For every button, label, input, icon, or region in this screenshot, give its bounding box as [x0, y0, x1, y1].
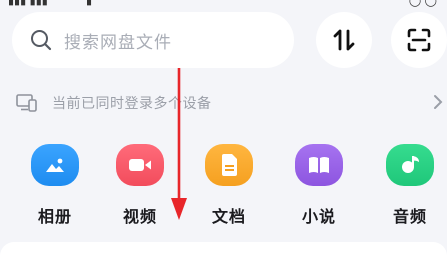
chevron-right-icon — [434, 95, 443, 109]
network-icon: ▮ — [86, 0, 93, 7]
shortcut-photos[interactable]: 相册 — [24, 144, 86, 227]
video-camera-icon — [116, 144, 164, 186]
search-placeholder: 搜索网盘文件 — [64, 32, 172, 53]
shortcut-documents[interactable]: 文档 — [198, 144, 260, 227]
shortcut-audio[interactable]: 音频 — [379, 144, 441, 227]
device-login-notice[interactable]: 当前已同时登录多个设备 — [16, 88, 447, 118]
scan-icon — [407, 28, 431, 52]
status-bar: ▮▮▮ ▮▮▮ ▮ ◯ ◯ — [0, 0, 447, 8]
annotation-arrow — [171, 68, 187, 220]
scan-button[interactable] — [391, 12, 447, 68]
music-note-icon — [386, 144, 434, 186]
photos-icon — [31, 144, 79, 186]
shortcut-label: 视频 — [122, 207, 157, 226]
signal-icon: ▮▮▮ ▮▮▮ — [8, 0, 48, 7]
sort-button[interactable] — [316, 12, 372, 68]
book-icon — [295, 144, 343, 186]
search-icon — [31, 30, 52, 51]
shortcut-label: 小说 — [301, 207, 336, 226]
search-bar[interactable]: 搜索网盘文件 — [12, 12, 294, 68]
content-card — [0, 242, 447, 264]
shortcut-novels[interactable]: 小说 — [288, 144, 350, 227]
shortcut-label: 相册 — [37, 207, 72, 226]
sort-icon — [333, 29, 355, 51]
shortcut-videos[interactable]: 视频 — [109, 144, 171, 227]
document-icon — [205, 144, 253, 186]
battery-icon: ◯ ◯ — [408, 0, 437, 7]
devices-icon — [16, 94, 37, 112]
shortcut-label: 文档 — [211, 207, 246, 226]
shortcut-label: 音频 — [392, 207, 427, 226]
